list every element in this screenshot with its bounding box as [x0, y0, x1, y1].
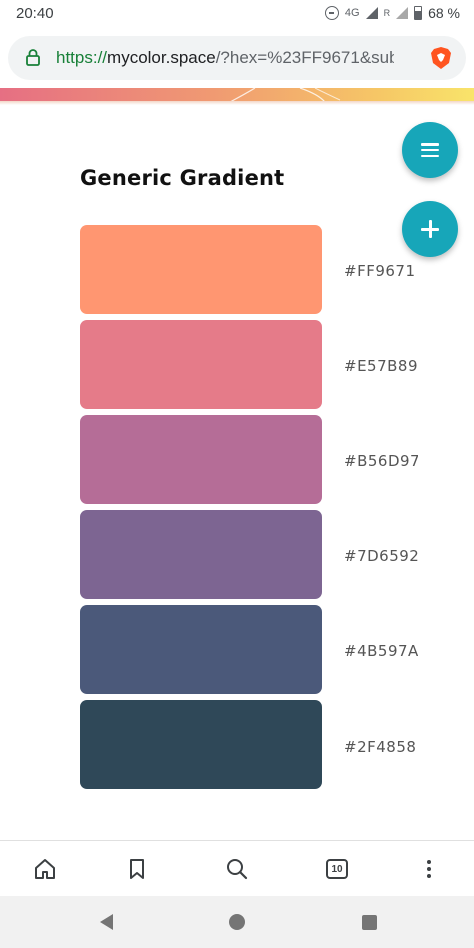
hex-label[interactable]: #B56D97 — [344, 452, 418, 470]
search-button[interactable] — [212, 841, 262, 897]
more-menu-button[interactable] — [404, 841, 454, 897]
network-type: 4G — [344, 7, 360, 19]
hex-label[interactable]: #E57B89 — [344, 357, 418, 375]
color-swatch[interactable] — [80, 415, 322, 504]
url-host: mycolor.space — [107, 48, 216, 67]
plus-icon — [421, 220, 439, 238]
url-text[interactable]: https://mycolor.space/?hex=%23FF9671&sub — [56, 48, 394, 68]
signal-roaming-icon — [396, 7, 409, 19]
roaming-indicator: R — [383, 8, 391, 18]
hex-label[interactable]: #4B597A — [344, 642, 418, 660]
recents-icon — [361, 914, 377, 930]
nav-home-button[interactable] — [223, 908, 251, 936]
home-icon — [229, 914, 245, 930]
system-nav-bar — [0, 896, 474, 948]
more-icon — [427, 860, 431, 878]
search-icon — [227, 859, 248, 880]
brave-shields-icon[interactable] — [430, 46, 452, 70]
decorative-wave-lines — [229, 88, 341, 102]
data-saver-icon — [324, 6, 339, 20]
back-icon — [99, 914, 113, 930]
menu-icon — [421, 143, 439, 157]
nav-recents-button[interactable] — [355, 908, 383, 936]
bottom-toolbar: 10 — [0, 840, 474, 896]
status-icons: 4G R 68 % — [324, 5, 460, 21]
status-bar: 20:40 4G R 68 % — [0, 0, 474, 30]
tabs-icon: 10 — [326, 859, 348, 879]
status-time: 20:40 — [16, 5, 54, 22]
home-button[interactable] — [20, 841, 70, 897]
hex-label[interactable]: #2F4858 — [344, 738, 418, 756]
hex-label[interactable]: #FF9671 — [344, 262, 418, 280]
home-icon — [35, 859, 55, 879]
address-bar[interactable]: https://mycolor.space/?hex=%23FF9671&sub — [8, 36, 466, 80]
menu-button[interactable] — [402, 122, 458, 178]
color-swatch[interactable] — [80, 605, 322, 694]
color-swatch[interactable] — [80, 225, 322, 314]
bookmark-icon — [130, 859, 144, 879]
tabs-button[interactable]: 10 — [312, 841, 362, 897]
url-scheme: https:// — [56, 48, 108, 67]
color-swatch[interactable] — [80, 700, 322, 789]
add-button[interactable] — [402, 201, 458, 257]
signal-icon — [365, 7, 378, 19]
color-swatch[interactable] — [80, 510, 322, 599]
page-title: Generic Gradient — [80, 166, 285, 190]
nav-back-button[interactable] — [92, 908, 120, 936]
battery-icon — [414, 6, 423, 20]
color-swatch[interactable] — [80, 320, 322, 409]
lock-icon — [26, 49, 40, 66]
hex-label[interactable]: #7D6592 — [344, 547, 418, 565]
strip-shadow — [0, 101, 474, 105]
url-path: /?hex=%23FF9671&sub — [215, 48, 394, 67]
gradient-header-strip — [0, 88, 474, 102]
battery-level: 68 % — [428, 5, 460, 21]
bookmark-button[interactable] — [112, 841, 162, 897]
